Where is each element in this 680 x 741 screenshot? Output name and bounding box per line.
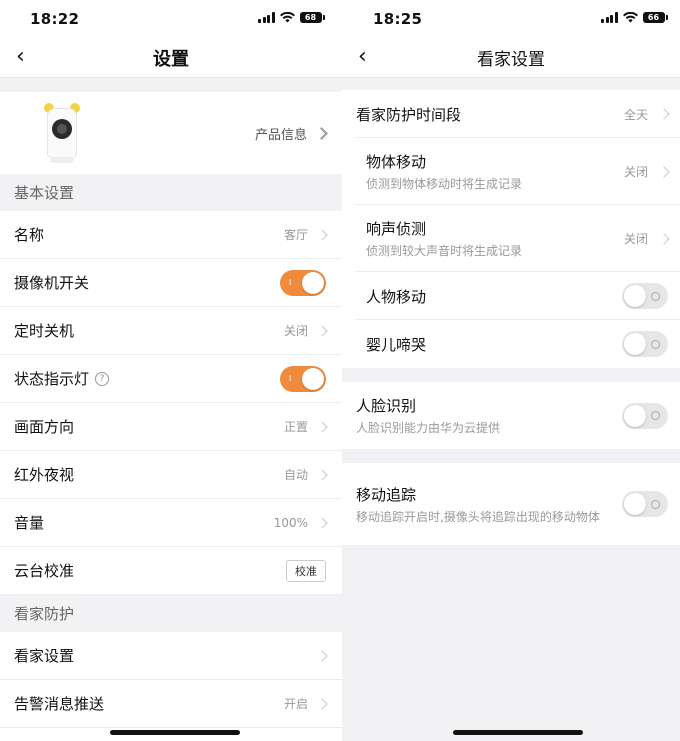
face-recognition-toggle[interactable] (622, 402, 668, 429)
chevron-right-icon (316, 324, 328, 337)
chevron-right-icon (316, 516, 328, 529)
chevron-left-icon[interactable]: ‹ (16, 46, 25, 68)
chevron-right-icon (658, 165, 670, 178)
battery-icon: 66 (642, 12, 668, 23)
chevron-right-icon (658, 108, 670, 120)
indicator-toggle[interactable]: I (280, 365, 326, 392)
row-object-motion[interactable]: 物体移动侦测到物体移动时将生成记录 关闭 (342, 138, 680, 205)
row-value: 关闭 (283, 324, 308, 338)
row-label: 摄像机开关 (14, 274, 90, 292)
chevron-right-icon (316, 468, 328, 481)
row-label: 响声侦测 (366, 220, 427, 238)
settings-screen: 18:22 68 ‹ 设置 产品信息 基本设置 名称 客厅 摄像机开关 I 定时… (0, 0, 342, 741)
row-description: 移动追踪开启时,摄像头将追踪出现的移动物体 (356, 509, 600, 524)
camera-switch-toggle[interactable]: I (280, 269, 326, 296)
status-bar: 18:25 66 (342, 0, 680, 38)
row-label: 看家设置 (14, 647, 75, 665)
row-alert-push[interactable]: 告警消息推送 开启 (0, 680, 342, 728)
help-circle-icon[interactable]: ? (95, 371, 110, 386)
home-indicator (110, 730, 240, 735)
signal-icon (258, 12, 275, 23)
row-label: 婴儿啼哭 (366, 335, 427, 354)
row-label: 音量 (14, 514, 45, 532)
row-label: 云台校准 (14, 562, 75, 580)
baby-cry-toggle[interactable] (622, 331, 668, 357)
row-value: 关闭 (623, 232, 648, 246)
status-time: 18:22 (30, 10, 80, 28)
row-sound-detection[interactable]: 响声侦测侦测到较大声音时将生成记录 关闭 (342, 205, 680, 272)
status-icons: 68 (258, 12, 325, 23)
wifi-icon (279, 12, 295, 23)
row-label: 红外夜视 (14, 466, 75, 484)
camera-product-image (44, 103, 80, 163)
human-motion-toggle[interactable] (622, 283, 668, 309)
nav-bar: ‹ 设置 (0, 38, 342, 78)
row-value: 开启 (283, 697, 308, 711)
row-status-indicator: 状态指示灯? I (0, 355, 342, 403)
signal-icon (601, 12, 618, 23)
row-value: 全天 (623, 107, 648, 122)
row-home-settings[interactable]: 看家设置 (0, 632, 342, 680)
row-ptz-calibration: 云台校准 校准 (0, 547, 342, 595)
chevron-right-icon (658, 232, 670, 245)
chevron-left-icon[interactable]: ‹ (358, 46, 367, 68)
row-label: 物体移动 (366, 153, 427, 171)
home-guard-settings-screen: 18:25 66 ‹ 看家设置 看家防护时间段 全天 物体移动侦测到物体移动时将… (342, 0, 680, 741)
motion-tracking-toggle[interactable] (622, 491, 668, 517)
row-label: 告警消息推送 (14, 695, 105, 713)
row-face-recognition: 人脸识别人脸识别能力由华为云提供 (342, 382, 680, 449)
row-value: 正置 (283, 420, 308, 434)
row-human-motion: 人物移动 (342, 272, 680, 320)
page-title: 看家设置 (477, 50, 545, 70)
row-label: 画面方向 (14, 418, 75, 436)
row-description: 侦测到物体移动时将生成记录 (366, 177, 523, 191)
chevron-right-icon (316, 649, 328, 662)
row-camera-switch: 摄像机开关 I (0, 259, 342, 307)
row-timer-off[interactable]: 定时关机 关闭 (0, 307, 342, 355)
row-label: 看家防护时间段 (356, 105, 462, 124)
status-icons: 66 (601, 12, 668, 23)
row-label: 状态指示灯 (14, 370, 90, 388)
nav-bar: ‹ 看家设置 (342, 38, 680, 78)
battery-icon: 68 (299, 12, 325, 23)
row-label: 人脸识别 (356, 397, 417, 415)
page-title: 设置 (153, 48, 189, 70)
product-info-row[interactable]: 产品信息 (0, 92, 342, 174)
calibrate-button[interactable]: 校准 (286, 559, 326, 582)
row-night-vision[interactable]: 红外夜视 自动 (0, 451, 342, 499)
row-label: 人物移动 (366, 287, 427, 306)
chevron-right-icon (315, 126, 328, 140)
row-description: 侦测到较大声音时将生成记录 (366, 244, 523, 258)
row-value: 客厅 (283, 228, 308, 242)
row-label: 名称 (14, 226, 45, 244)
row-label: 移动追踪 (356, 485, 417, 504)
row-description: 人脸识别能力由华为云提供 (356, 421, 501, 435)
row-volume[interactable]: 音量 100% (0, 499, 342, 547)
chevron-right-icon (316, 228, 328, 241)
chevron-right-icon (316, 697, 328, 710)
row-baby-cry: 婴儿啼哭 (342, 320, 680, 368)
chevron-right-icon (316, 420, 328, 433)
section-basic-settings: 基本设置 (0, 174, 342, 211)
product-info-label: 产品信息 (254, 127, 307, 143)
row-value: 100% (273, 515, 308, 530)
row-label: 定时关机 (14, 322, 75, 340)
section-home-guard: 看家防护 (0, 595, 342, 632)
row-value: 关闭 (623, 165, 648, 179)
status-time: 18:25 (373, 10, 423, 28)
row-orientation[interactable]: 画面方向 正置 (0, 403, 342, 451)
row-motion-tracking: 移动追踪移动追踪开启时,摄像头将追踪出现的移动物体 (342, 463, 680, 545)
row-value: 自动 (283, 468, 308, 482)
row-name[interactable]: 名称 客厅 (0, 211, 342, 259)
status-bar: 18:22 68 (0, 0, 342, 38)
home-indicator (453, 730, 583, 735)
wifi-icon (622, 12, 638, 23)
row-guard-period[interactable]: 看家防护时间段 全天 (342, 90, 680, 138)
